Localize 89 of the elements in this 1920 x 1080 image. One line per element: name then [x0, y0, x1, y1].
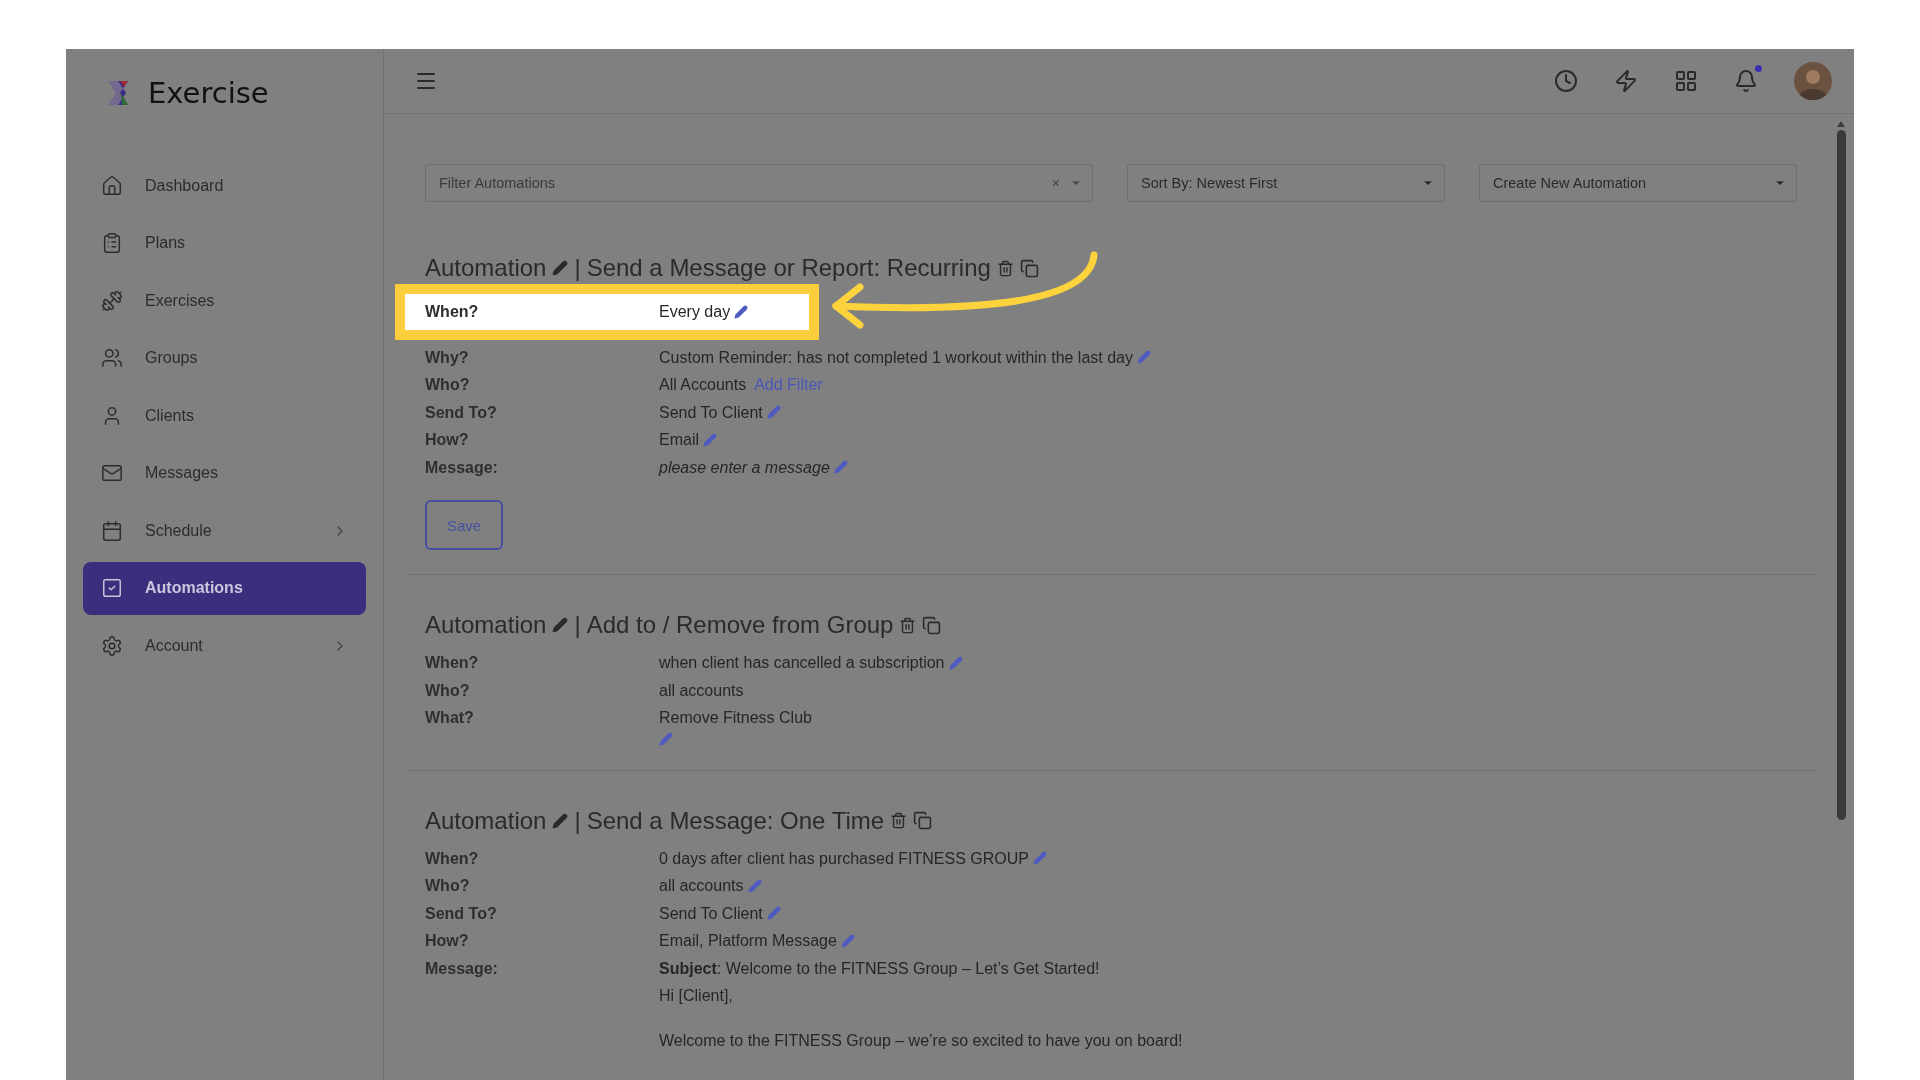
sidebar-label: Clients	[145, 406, 195, 425]
sidebar-item[interactable]: Automations	[83, 561, 366, 615]
copy-icon[interactable]	[922, 615, 942, 635]
trash-icon[interactable]	[899, 616, 917, 634]
field-value: Send To Client	[659, 903, 763, 924]
field-value: Send To Client	[659, 402, 763, 423]
field-label: What?	[425, 708, 475, 728]
title-separator: |	[574, 806, 581, 835]
pencil-icon[interactable]	[552, 617, 569, 633]
field-label: Who?	[425, 375, 471, 395]
sidebar-item[interactable]: Groups	[83, 331, 366, 385]
automation-type: Send a Message or Report: Recurring	[586, 254, 991, 282]
title-separator: |	[574, 254, 581, 282]
bell-icon[interactable]	[1734, 69, 1758, 93]
users-icon	[101, 347, 123, 369]
sidebar-label: Schedule	[145, 521, 213, 540]
sidebar-item[interactable]: Plans	[83, 216, 366, 270]
field-label: When?	[425, 848, 480, 869]
clear-button[interactable]: ×	[1051, 175, 1060, 191]
sidebar-item[interactable]: Messages	[83, 446, 366, 500]
automation-title: Automation	[425, 254, 547, 282]
automation-type: Add to / Remove from Group	[586, 611, 894, 639]
sidebar-item[interactable]: Schedule	[83, 504, 366, 557]
clipboard-icon	[101, 232, 123, 254]
field-label: Send To?	[425, 402, 498, 423]
automation-type: Send a Message: One Time	[586, 806, 885, 835]
field-value: Remove Fitness Club	[659, 708, 812, 728]
filter-placeholder: Filter Automations	[439, 175, 557, 191]
sort-dropdown[interactable]: Sort By: Newest First	[1127, 164, 1445, 202]
sidebar-label: Automations	[145, 579, 244, 597]
checkbox-icon	[101, 577, 123, 599]
field-label: Why?	[425, 347, 470, 368]
sidebar-label: Dashboard	[145, 176, 225, 195]
field-label: Who?	[425, 680, 471, 701]
trash-icon[interactable]	[890, 812, 908, 829]
house-icon	[101, 174, 123, 197]
field-value: when client has cancelled a subscription	[659, 653, 945, 673]
pencil-icon[interactable]	[552, 260, 569, 276]
sidebar-label: Plans	[145, 234, 187, 252]
field-value: all accounts	[659, 876, 744, 896]
copy-icon[interactable]	[913, 811, 933, 830]
field-label: Message:	[425, 958, 499, 979]
filter-field[interactable]: Filter Automations ×	[425, 164, 1093, 202]
grid-icon[interactable]	[1674, 69, 1698, 93]
field-value: Every day	[659, 302, 731, 322]
field-label: How?	[425, 931, 470, 951]
calendar-icon	[101, 519, 123, 542]
message-line: Welcome to the FITNESS Group – we’re so excited to have you on board!	[659, 1030, 1183, 1051]
field-value: Email	[659, 430, 699, 450]
clock-icon[interactable]	[1554, 69, 1578, 93]
field-value: Custom Reminder: has not completed 1 workout within the last day	[659, 347, 1133, 368]
brand-name: Exercise	[148, 76, 269, 110]
field-value: 0 days after client has purchased FITNESS GROUP	[659, 848, 1029, 869]
sidebar-label: Groups	[145, 349, 199, 367]
message-line: Subject: Welcome to the FITNESS Group – Let’s Get Started!	[659, 958, 1101, 979]
mail-icon	[101, 462, 123, 484]
field-value: all accounts	[659, 680, 744, 701]
automation-title: Automation	[425, 611, 547, 639]
field-value: Email, Platform Message	[659, 931, 837, 951]
avatar[interactable]	[1794, 62, 1832, 100]
scrollbar-thumb[interactable]	[1837, 130, 1846, 820]
sidebar-item[interactable]: Exercises	[83, 274, 366, 327]
field-value: please enter a message	[659, 457, 830, 478]
save-button[interactable]: Save	[425, 500, 503, 550]
sidebar-label: Messages	[145, 464, 219, 482]
sidebar-item[interactable]: Dashboard	[83, 159, 366, 212]
copy-icon[interactable]	[1019, 258, 1039, 278]
dumbbell-icon	[101, 289, 123, 312]
gear-icon	[101, 634, 123, 657]
pencil-icon[interactable]	[552, 812, 569, 829]
field-label: How?	[425, 430, 470, 450]
field-label: When?	[425, 653, 480, 673]
sidebar-label: Exercises	[145, 291, 216, 310]
field-value: All Accounts	[659, 375, 747, 395]
sidebar-label: Account	[145, 636, 204, 655]
automation-title: Automation	[425, 806, 547, 835]
create-automation-dropdown[interactable]: Create New Automation	[1479, 164, 1797, 202]
message-line: Hi [Client],	[659, 986, 734, 1006]
scroll-up-icon[interactable]	[1836, 120, 1846, 128]
field-label: Who?	[425, 876, 471, 896]
field-label: Send To?	[425, 903, 498, 924]
field-label: When?	[425, 302, 480, 322]
sidebar-item[interactable]: Account	[83, 619, 366, 672]
pencil-icon[interactable]	[734, 304, 749, 319]
title-separator: |	[574, 611, 581, 639]
lightning-icon[interactable]	[1614, 69, 1638, 93]
trash-icon[interactable]	[996, 259, 1014, 277]
field-label: Message:	[425, 457, 499, 478]
sidebar-item[interactable]: Clients	[83, 389, 366, 442]
